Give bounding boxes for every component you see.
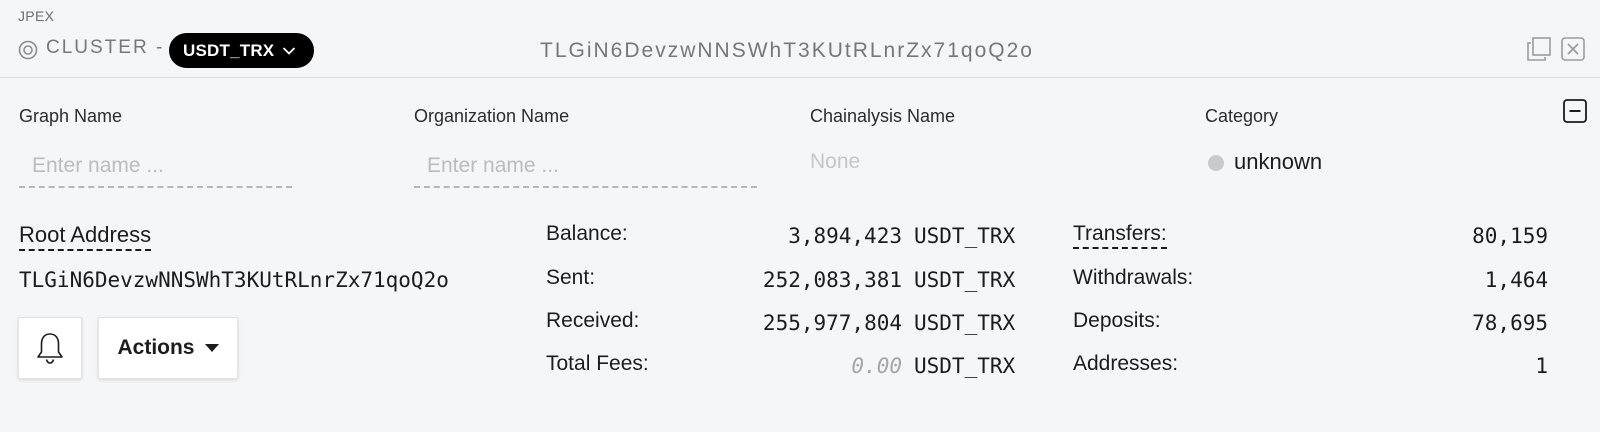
- actions-label: Actions: [117, 336, 195, 359]
- received-value: 255,977,804: [762, 311, 902, 335]
- sent-label: Sent:: [546, 266, 596, 289]
- chainalysis-name-label: Chainalysis Name: [810, 106, 956, 126]
- asset-selector[interactable]: USDT_TRX: [169, 33, 314, 68]
- close-icon[interactable]: [1560, 36, 1586, 62]
- bell-icon: [37, 333, 63, 364]
- brand-label: JPEX: [18, 8, 55, 24]
- graph-name-label: Graph Name: [19, 106, 123, 126]
- graph-name-input[interactable]: [19, 146, 292, 188]
- deposits-label: Deposits:: [1073, 309, 1161, 332]
- copy-icon[interactable]: [1526, 36, 1552, 62]
- total-fees-value: 0.00: [851, 354, 902, 378]
- cluster-header: CLUSTER - USDT_TRX TLGiN6DevzwNNSWhT3KUt…: [0, 30, 1600, 78]
- cluster-label: CLUSTER -: [46, 37, 165, 58]
- root-address-label[interactable]: Root Address: [19, 222, 152, 251]
- total-fees-unit: USDT_TRX: [914, 354, 1016, 378]
- category-label: Category: [1205, 106, 1279, 126]
- actions-dropdown-button[interactable]: Actions: [98, 317, 238, 379]
- chainalysis-name-value: None: [810, 150, 861, 173]
- organization-name-input[interactable]: [414, 146, 757, 188]
- addresses-value: 1: [1535, 354, 1548, 378]
- balance-value: 3,894,423: [788, 224, 902, 248]
- header-address: TLGiN6DevzwNNSWhT3KUtRLnrZx71qoQ2o: [540, 39, 1034, 62]
- received-unit: USDT_TRX: [914, 311, 1016, 335]
- balance-label: Balance:: [546, 222, 628, 245]
- caret-down-icon: [204, 344, 219, 352]
- transfers-label[interactable]: Transfers:: [1073, 222, 1167, 249]
- target-icon: [18, 40, 38, 60]
- received-label: Received:: [546, 309, 640, 332]
- addresses-label: Addresses:: [1073, 352, 1179, 375]
- root-address-value: TLGiN6DevzwNNSWhT3KUtRLnrZx71qoQ2o: [19, 268, 449, 292]
- category-value: unknown: [1234, 149, 1323, 174]
- balance-unit: USDT_TRX: [914, 224, 1016, 248]
- total-fees-label: Total Fees:: [546, 352, 649, 375]
- minus-square-icon[interactable]: [1562, 98, 1588, 124]
- deposits-value: 78,695: [1472, 311, 1548, 335]
- chevron-down-icon: [283, 46, 296, 55]
- alert-button[interactable]: [18, 317, 82, 379]
- sent-unit: USDT_TRX: [914, 268, 1016, 292]
- transfers-value: 80,159: [1472, 224, 1548, 248]
- category-dot: [1208, 155, 1224, 171]
- organization-name-label: Organization Name: [414, 106, 570, 126]
- asset-selector-label: USDT_TRX: [183, 40, 275, 60]
- sent-value: 252,083,381: [762, 268, 902, 292]
- withdrawals-value: 1,464: [1484, 268, 1548, 292]
- withdrawals-label: Withdrawals:: [1073, 266, 1194, 289]
